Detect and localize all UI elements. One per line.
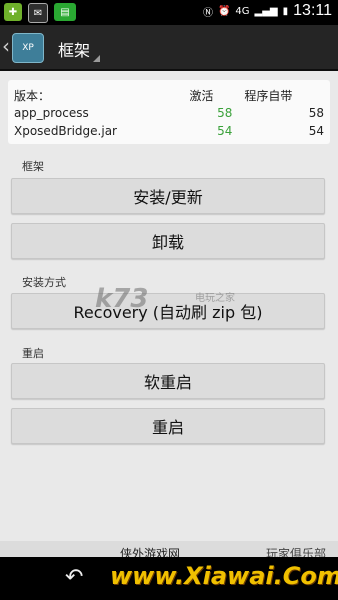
navigation-bar: ↶ www.Xiawai.Com	[0, 557, 338, 600]
row-active: 54	[217, 124, 233, 138]
row-name: XposedBridge.jar	[14, 124, 117, 138]
section-install-method-label: 安装方式	[22, 276, 66, 289]
status-bar: ✚ ✉ ▤ Ⓝ ⏰ 4G ▂▄▆ ▮ 13:11	[0, 0, 338, 25]
uninstall-button[interactable]: 卸载	[11, 223, 325, 259]
version-card: 版本： 激活 程序自带 app_process 58 58 XposedBrid…	[8, 80, 330, 144]
row-installed: 54	[308, 124, 324, 138]
site-url-watermark: www.Xiawai.Com	[110, 562, 338, 590]
back-chevron-icon[interactable]: ‹	[2, 34, 10, 58]
installed-column-header: 程序自带	[244, 88, 293, 103]
spinner-caret-icon[interactable]	[93, 55, 100, 62]
alarm-icon: ⏰	[217, 5, 231, 17]
app-logo[interactable]: XP	[12, 33, 44, 63]
k73-watermark: k73	[95, 284, 149, 314]
app-logo-text: XP	[22, 43, 34, 53]
app-icon: ✚	[4, 3, 22, 21]
reboot-button[interactable]: 重启	[11, 408, 325, 444]
k73-watermark-sub: 电玩之家	[195, 293, 235, 304]
table-header-row: 版本： 激活 程序自带	[8, 80, 330, 104]
back-icon[interactable]: ↶	[65, 565, 83, 590]
clock: 13:11	[293, 2, 332, 19]
table-row: app_process 58 58	[8, 104, 330, 122]
mail-icon: ✉	[28, 3, 48, 23]
news-icon: ▤	[54, 3, 76, 21]
section-reboot-label: 重启	[22, 347, 44, 360]
row-active: 58	[217, 106, 233, 120]
version-table: 版本： 激活 程序自带 app_process 58 58 XposedBrid…	[8, 80, 330, 140]
row-installed: 58	[308, 106, 324, 120]
battery-icon: ▮	[282, 5, 289, 17]
soft-reboot-button[interactable]: 软重启	[11, 363, 325, 399]
active-column-header: 激活	[189, 88, 214, 103]
signal-label: 4G	[235, 5, 250, 17]
row-name: app_process	[14, 106, 89, 120]
version-label: 版本：	[14, 88, 51, 103]
install-update-button[interactable]: 安装/更新	[11, 178, 325, 214]
table-row: XposedBridge.jar 54 54	[8, 122, 330, 140]
action-bar: ‹ XP 框架	[0, 25, 338, 71]
recovery-button[interactable]: Recovery (自动刷 zip 包)	[11, 293, 325, 329]
nfc-icon: Ⓝ	[202, 7, 213, 19]
signal-icon: ▂▄▆	[254, 5, 278, 17]
page-title[interactable]: 框架	[58, 37, 90, 61]
section-framework-label: 框架	[22, 160, 44, 173]
